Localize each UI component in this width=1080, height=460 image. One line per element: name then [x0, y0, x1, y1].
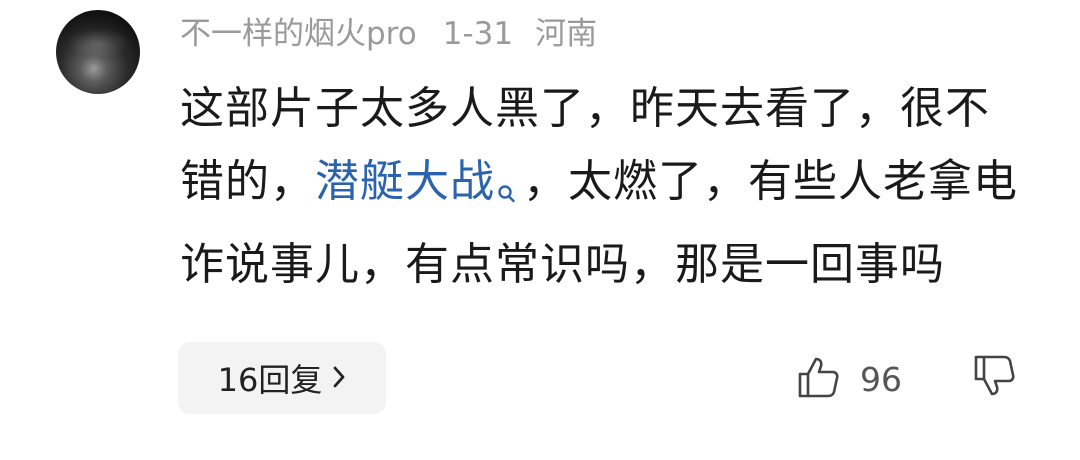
- keyword-link[interactable]: 潜艇大战: [315, 156, 495, 207]
- view-replies-button[interactable]: 16回复: [178, 342, 386, 414]
- avatar[interactable]: [56, 10, 140, 94]
- search-icon[interactable]: [497, 155, 517, 228]
- like-group: 96: [796, 352, 902, 406]
- like-count: 96: [860, 359, 902, 399]
- username[interactable]: 不一样的烟火pro: [180, 16, 417, 52]
- comment-text: 这部片子太多人黑了，昨天去看了，很不错的，潜艇大战 ，太燃了，有些人老拿电诈说事儿…: [180, 72, 1020, 301]
- comment-date: 1-31: [442, 16, 514, 52]
- thumbs-down-icon[interactable]: [972, 354, 1016, 402]
- reply-count-label: 16回复: [217, 361, 323, 399]
- thumbs-up-icon[interactable]: [796, 355, 840, 403]
- comment-meta: 不一样的烟火pro 1-31 河南: [180, 14, 619, 54]
- comment-location: 河南: [535, 16, 598, 52]
- chevron-right-icon: [332, 359, 346, 397]
